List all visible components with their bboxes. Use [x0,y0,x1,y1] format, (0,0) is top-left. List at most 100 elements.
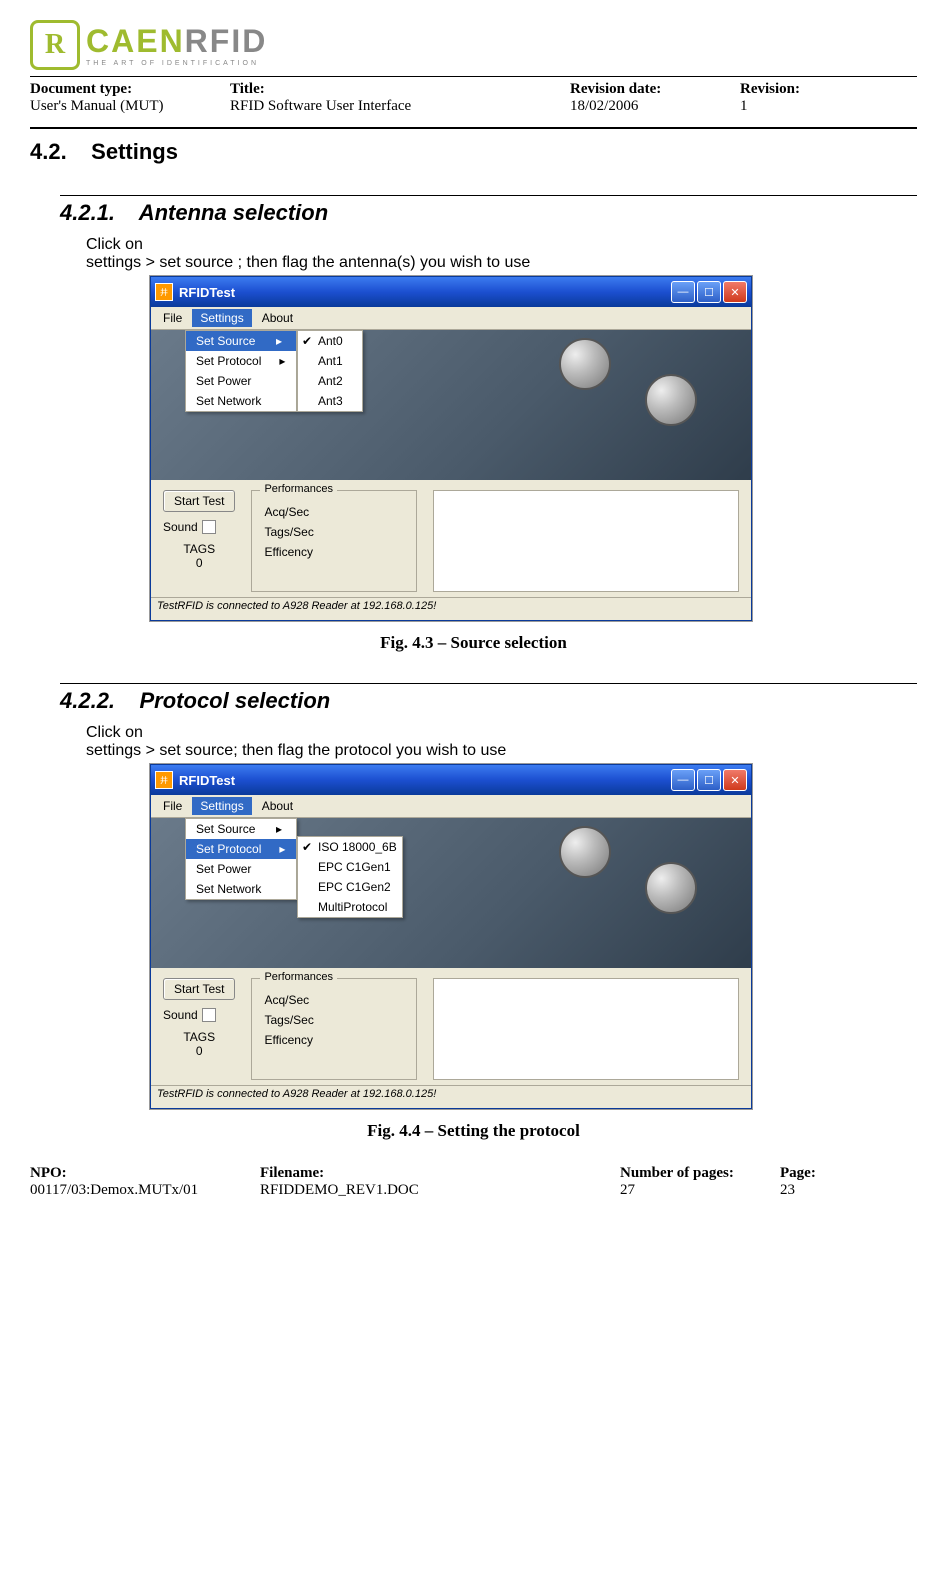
doc-footer: NPO: 00117/03:Demox.MUTx/01 Filename: RF… [30,1165,917,1199]
revision: 1 [740,98,800,115]
sub1-num: 4.2.1. [60,200,115,225]
pages-label: Number of pages: [620,1165,780,1182]
sub2-text2: settings > set source; then flag the pro… [86,742,917,760]
sub1-text1: Click on [86,236,917,254]
chevron-right-icon: ▸ [276,334,282,348]
tags-label: TAGS [163,1030,235,1044]
figure-4-3: 井 RFIDTest — ☐ ✕ File Settings About Set… [150,276,917,621]
npo-value: 00117/03:Demox.MUTx/01 [30,1182,260,1199]
check-icon: ✔ [302,334,312,348]
filename-label: Filename: [260,1165,620,1182]
menu-file[interactable]: File [155,309,190,327]
set-source-label: Set Source [196,334,255,348]
set-network-item[interactable]: Set Network [186,391,296,411]
sound-label: Sound [163,1008,198,1022]
set-network-item[interactable]: Set Network [186,879,296,899]
logo-region: R CAENRFID THE ART OF IDENTIFICATION [30,20,917,70]
chevron-right-icon: ▸ [279,354,285,368]
source-submenu: ✔Ant0 Ant1 Ant2 Ant3 [297,330,363,412]
acq-sec-label: Acq/Sec [264,505,404,519]
set-source-label: Set Source [196,822,255,836]
menu-about[interactable]: About [254,309,301,327]
output-panel [433,490,739,592]
page-value: 23 [780,1182,816,1199]
logo-tagline: THE ART OF IDENTIFICATION [86,60,267,67]
set-power-item[interactable]: Set Power [186,859,296,879]
epc-c1gen2-item[interactable]: EPC C1Gen2 [298,877,402,897]
set-protocol-label: Set Protocol [196,842,261,856]
titlebar[interactable]: 井 RFIDTest — ☐ ✕ [151,765,751,795]
epc-c1gen1-item[interactable]: EPC C1Gen1 [298,857,402,877]
set-source-item[interactable]: Set Source ▸ [186,331,296,351]
antenna-connector-icon [559,826,611,878]
start-test-button[interactable]: Start Test [163,978,235,1000]
close-button[interactable]: ✕ [723,769,747,791]
section-title: Settings [91,139,178,164]
logo-text: CAENRFID [86,23,267,60]
figure-4-4-caption: Fig. 4.4 – Setting the protocol [30,1121,917,1141]
menu-about[interactable]: About [254,797,301,815]
sub1-title: Antenna selection [139,200,328,225]
settings-dropdown: Set Source ▸ Set Protocol ▸ Set Power Se… [185,330,297,412]
doc-header: Document type: User's Manual (MUT) Title… [30,81,917,115]
section-heading: 4.2. Settings [30,139,917,165]
set-protocol-item[interactable]: Set Protocol ▸ [186,351,296,371]
iso18000-label: ISO 18000_6B [318,840,397,854]
ant1-item[interactable]: Ant1 [298,351,362,371]
logo-caen: CAEN [86,23,185,59]
filename-value: RFIDDEMO_REV1.DOC [260,1182,620,1199]
sub2-title: Protocol selection [140,688,331,713]
iso18000-item[interactable]: ✔ISO 18000_6B [298,837,402,857]
sound-checkbox[interactable] [202,1008,216,1022]
tags-count: 0 [163,556,235,570]
performances-group: Performances Acq/Sec Tags/Sec Efficency [251,978,417,1080]
section-num: 4.2. [30,139,67,164]
pages-value: 27 [620,1182,780,1199]
start-test-button[interactable]: Start Test [163,490,235,512]
maximize-button[interactable]: ☐ [697,281,721,303]
performances-legend: Performances [260,483,336,495]
doc-type-label: Document type: [30,81,190,98]
rev-date-label: Revision date: [570,81,700,98]
antenna-connector-icon [559,338,611,390]
output-panel [433,978,739,1080]
protocol-submenu: ✔ISO 18000_6B EPC C1Gen1 EPC C1Gen2 Mult… [297,836,403,918]
page-label: Page: [780,1165,816,1182]
minimize-button[interactable]: — [671,769,695,791]
doc-type: User's Manual (MUT) [30,98,190,115]
menu-settings[interactable]: Settings [192,797,251,815]
acq-sec-label: Acq/Sec [264,993,404,1007]
statusbar: TestRFID is connected to A928 Reader at … [151,597,751,620]
tags-sec-label: Tags/Sec [264,1013,404,1027]
subsection-4-2-2: 4.2.2. Protocol selection [60,688,917,714]
revision-label: Revision: [740,81,800,98]
sound-checkbox[interactable] [202,520,216,534]
figure-4-3-caption: Fig. 4.3 – Source selection [30,633,917,653]
titlebar[interactable]: 井 RFIDTest — ☐ ✕ [151,277,751,307]
title-value: RFID Software User Interface [230,98,530,115]
figure-4-4: 井 RFIDTest — ☐ ✕ File Settings About Set… [150,764,917,1109]
menu-file[interactable]: File [155,797,190,815]
ant0-item[interactable]: ✔Ant0 [298,331,362,351]
chevron-right-icon: ▸ [276,822,282,836]
tags-label: TAGS [163,542,235,556]
set-protocol-item[interactable]: Set Protocol ▸ [186,839,296,859]
set-protocol-label: Set Protocol [196,354,261,368]
set-power-item[interactable]: Set Power [186,371,296,391]
close-button[interactable]: ✕ [723,281,747,303]
menubar: File Settings About [151,307,751,330]
sound-label: Sound [163,520,198,534]
chevron-right-icon: ▸ [279,842,285,856]
maximize-button[interactable]: ☐ [697,769,721,791]
ant3-item[interactable]: Ant3 [298,391,362,411]
antenna-connector-icon [645,374,697,426]
set-source-item[interactable]: Set Source ▸ [186,819,296,839]
settings-dropdown: Set Source ▸ Set Protocol ▸ Set Power Se… [185,818,297,900]
minimize-button[interactable]: — [671,281,695,303]
menu-settings[interactable]: Settings [192,309,251,327]
statusbar: TestRFID is connected to A928 Reader at … [151,1085,751,1108]
ant2-item[interactable]: Ant2 [298,371,362,391]
performances-legend: Performances [260,971,336,983]
window-title: RFIDTest [179,285,671,300]
multiprotocol-item[interactable]: MultiProtocol [298,897,402,917]
